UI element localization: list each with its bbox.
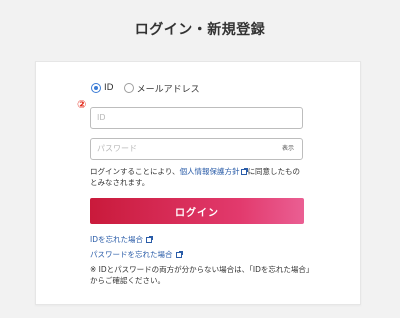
login-type-selector: ID メールアドレス	[91, 81, 210, 95]
forgot-password-label[interactable]: パスワードを忘れた場合	[90, 250, 173, 259]
external-link-icon	[240, 168, 248, 175]
id-input-placeholder: ID	[97, 113, 106, 122]
show-password-toggle[interactable]: 表示	[282, 139, 294, 159]
forgot-id-label[interactable]: IDを忘れた場合	[90, 235, 143, 244]
radio-label-email: メールアドレス	[136, 84, 200, 95]
forgot-password-link[interactable]: パスワードを忘れた場合	[90, 249, 183, 260]
external-link-icon	[175, 251, 183, 258]
help-note: ※ IDとパスワードの両方が分からない場合は、「IDを忘れた場合」からご確認くだ…	[90, 265, 310, 285]
password-input-placeholder: パスワード	[97, 144, 137, 153]
radio-checked-icon[interactable]	[91, 83, 101, 93]
radio-option-email[interactable]: メールアドレス	[123, 82, 200, 95]
external-link-icon	[146, 236, 154, 243]
login-button[interactable]: ログイン	[90, 198, 304, 224]
privacy-policy-link[interactable]: 個人情報保護方針	[180, 167, 240, 176]
radio-label-id: ID	[104, 83, 114, 93]
password-input[interactable]: パスワード 表示	[90, 138, 303, 160]
consent-prefix: ログインすることにより、	[90, 167, 180, 176]
forgot-id-link[interactable]: IDを忘れた場合	[90, 234, 154, 245]
radio-option-id[interactable]: ID	[91, 83, 114, 93]
page-title: ログイン・新規登録	[134, 22, 266, 38]
radio-unchecked-icon[interactable]	[123, 83, 134, 93]
consent-text: ログインすることにより、個人情報保護方針 に同意したものとみなされます。	[90, 166, 304, 188]
step-marker: ②	[77, 98, 87, 111]
id-input[interactable]: ID	[90, 107, 303, 129]
